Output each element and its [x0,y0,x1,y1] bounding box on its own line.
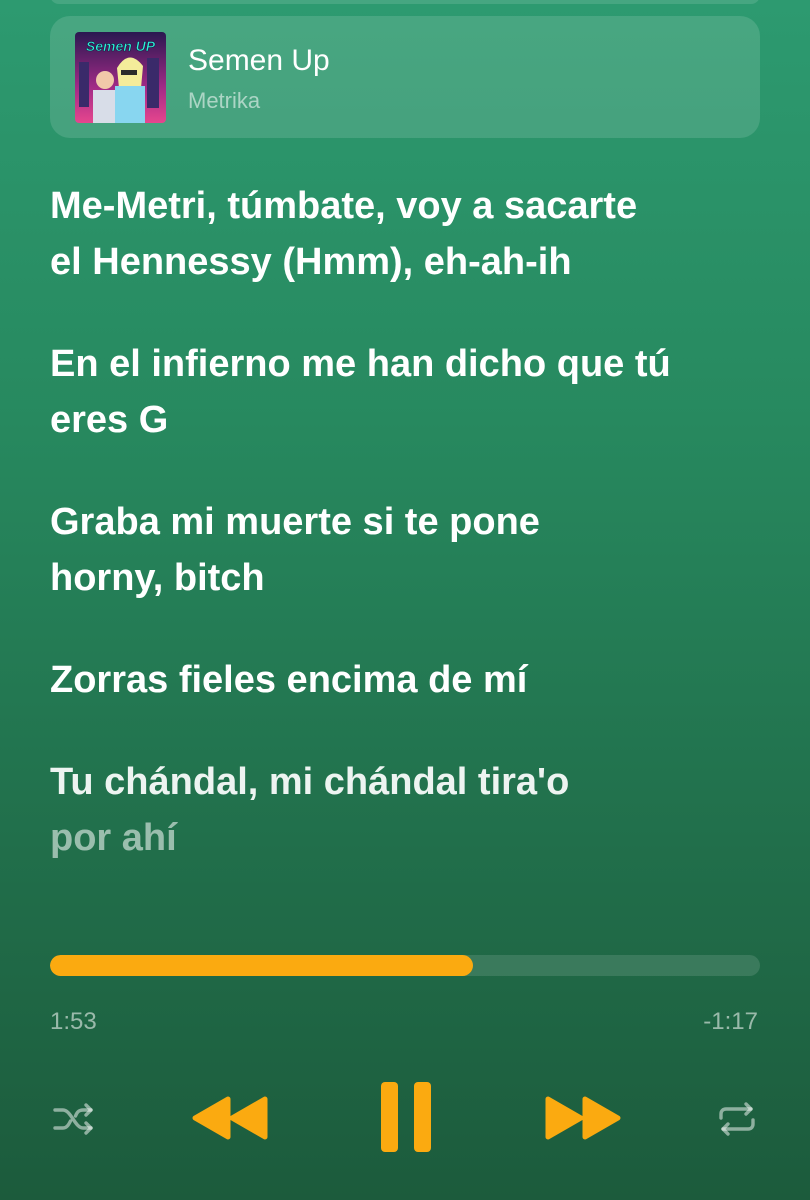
lyrics-panel[interactable]: Me-Metri, túmbate, voy a sacarte el Henn… [50,178,770,866]
remaining-time: -1:17 [703,1008,758,1035]
rewind-icon [192,1096,268,1140]
shuffle-button[interactable] [53,1100,95,1143]
lyric-line[interactable]: Graba mi muerte si te pone horny, bitch [50,494,770,606]
repeat-button[interactable] [717,1100,757,1143]
pause-button[interactable] [381,1082,433,1157]
fast-forward-button[interactable] [543,1093,623,1148]
cover-title-text: Semen UP [86,38,156,54]
lyric-line[interactable]: Zorras fieles encima de mí [50,652,770,708]
lyric-line-upcoming[interactable]: por ahí [50,810,770,866]
now-playing-card[interactable]: Semen UP Semen Up Metrika [50,16,760,138]
lyric-line-current[interactable]: Tu chándal, mi chándal tira'o [50,754,770,810]
elapsed-time: 1:53 [50,1008,97,1035]
rewind-button[interactable] [190,1093,270,1148]
lyric-line[interactable]: En el infierno me han dicho que tú eres … [50,336,770,448]
fast-forward-icon [545,1096,621,1140]
progress-bar[interactable] [50,955,760,976]
track-artist[interactable]: Metrika [188,88,260,114]
album-cover: Semen UP [75,32,166,123]
repeat-icon [719,1102,755,1136]
shuffle-icon [53,1103,93,1135]
progress-fill [50,955,474,976]
lyric-line[interactable]: Me-Metri, túmbate, voy a sacarte el Henn… [50,178,770,290]
pause-icon [381,1082,431,1152]
track-title: Semen Up [188,44,330,77]
sheet-handle [50,0,760,4]
